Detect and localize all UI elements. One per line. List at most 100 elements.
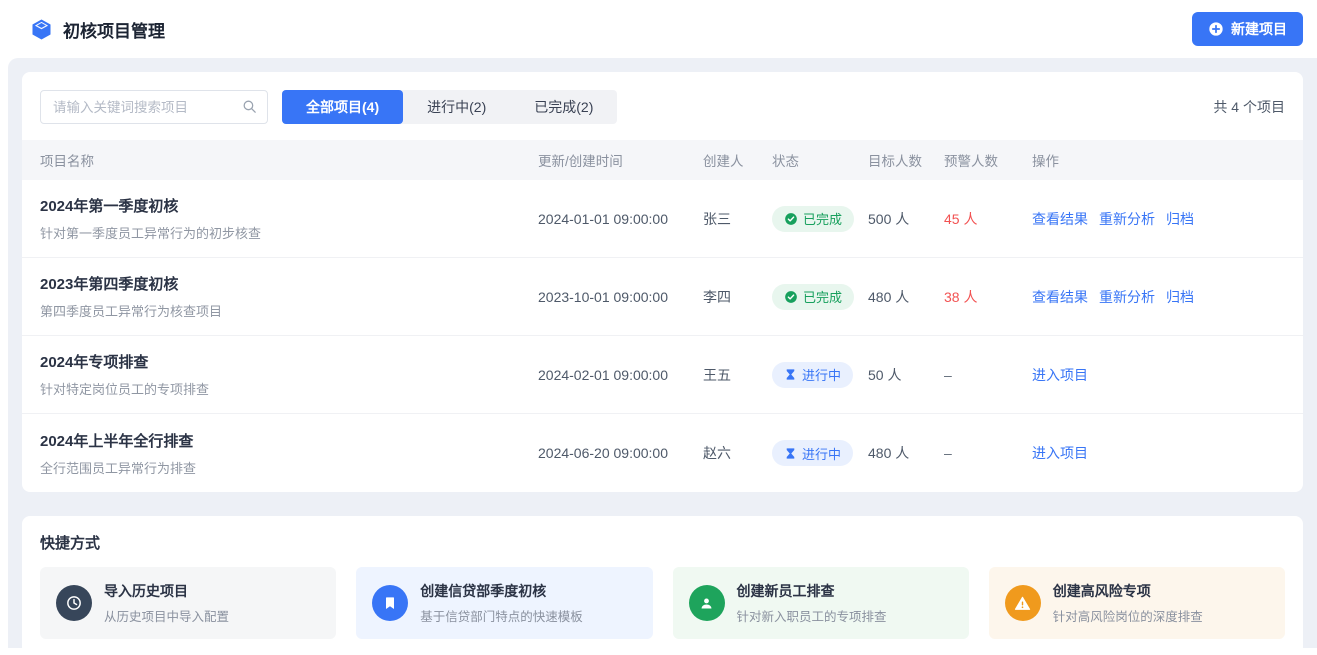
project-status-cell: 进行中 [772,440,868,466]
action-link[interactable]: 查看结果 [1032,287,1088,307]
project-warning-count: 38 人 [944,287,1032,307]
row-actions: 进入项目 [1032,443,1285,463]
project-target-count: 500 人 [868,209,944,229]
project-description: 全行范围员工异常行为排查 [40,458,538,477]
status-label: 已完成 [803,209,842,228]
column-header: 预警人数 [944,150,1032,170]
table-body: 2024年第一季度初核 针对第一季度员工异常行为的初步核查 2024-01-01… [22,180,1303,492]
project-time: 2024-06-20 09:00:00 [538,445,703,461]
row-actions: 查看结果重新分析归档 [1032,287,1285,307]
shortcut-title-text: 创建新员工排查 [737,581,887,601]
action-link[interactable]: 进入项目 [1032,443,1088,463]
action-link[interactable]: 重新分析 [1099,287,1155,307]
project-target-count: 480 人 [868,443,944,463]
column-header: 目标人数 [868,150,944,170]
page-title: 初核项目管理 [63,17,165,42]
shortcut-title-text: 创建高风险专项 [1053,581,1203,601]
filter-tabs: 全部项目(4) 进行中(2) 已完成(2) [282,90,617,124]
shortcuts-panel: 快捷方式 [22,516,1303,655]
project-target-count: 480 人 [868,287,944,307]
column-header: 更新/创建时间 [538,150,703,170]
table-row: 2023年第四季度初核 第四季度员工异常行为核查项目 2023-10-01 09… [22,258,1303,336]
project-list-panel: 全部项目(4) 进行中(2) 已完成(2) 共 4 个项目 项目名称更新/创建时… [22,72,1303,492]
shortcut-card[interactable]: 创建新员工排查 针对新入职员工的专项排查 [673,567,969,639]
filter-tab[interactable]: 已完成(2) [510,90,617,124]
toolbar: 全部项目(4) 进行中(2) 已完成(2) 共 4 个项目 [22,72,1303,140]
new-project-button[interactable]: 新建项目 [1192,12,1303,46]
filter-tab[interactable]: 进行中(2) [403,90,510,124]
column-header: 项目名称 [40,150,538,170]
project-time: 2023-10-01 09:00:00 [538,289,703,305]
project-name: 2024年上半年全行排查 [40,430,538,451]
warning-icon [1014,595,1031,612]
table-row: 2024年专项排查 针对特定岗位员工的专项排查 2024-02-01 09:00… [22,336,1303,414]
project-name-cell: 2024年专项排查 针对特定岗位员工的专项排查 [40,351,538,398]
project-time: 2024-01-01 09:00:00 [538,211,703,227]
search-icon[interactable] [241,98,258,120]
status-label: 进行中 [802,365,841,384]
column-header: 状态 [772,150,868,170]
project-warning-count: 45 人 [944,209,1032,229]
project-status-cell: 已完成 [772,206,868,232]
shortcut-title-text: 创建信贷部季度初核 [420,581,583,601]
search-input[interactable] [40,90,268,124]
total-count: 共 4 个项目 [1213,97,1285,117]
project-creator: 李四 [703,287,772,307]
project-description: 针对第一季度员工异常行为的初步核查 [40,223,538,242]
shortcuts-grid: 导入历史项目 从历史项目中导入配置 [40,567,1285,639]
bookmark-icon [382,595,398,611]
plus-circle-icon [1208,21,1224,37]
table-row: 2024年上半年全行排查 全行范围员工异常行为排查 2024-06-20 09:… [22,414,1303,492]
new-project-label: 新建项目 [1231,19,1287,39]
shortcut-description: 基于信贷部门特点的快速模板 [420,606,583,625]
project-target-count: 50 人 [868,365,944,385]
row-actions: 查看结果重新分析归档 [1032,209,1285,229]
project-creator: 王五 [703,365,772,385]
user-icon [698,595,715,612]
row-actions: 进入项目 [1032,365,1285,385]
status-label: 进行中 [802,444,841,463]
project-time: 2024-02-01 09:00:00 [538,367,703,383]
table-row: 2024年第一季度初核 针对第一季度员工异常行为的初步核查 2024-01-01… [22,180,1303,258]
top-header: 初核项目管理 新建项目 [0,0,1317,58]
shortcut-card[interactable]: 创建高风险专项 针对高风险岗位的深度排查 [989,567,1285,639]
project-warning-count: – [944,445,1032,461]
check-circle-icon [784,212,798,226]
shortcuts-title: 快捷方式 [40,532,1285,553]
shortcut-description: 针对新入职员工的专项排查 [737,606,887,625]
status-badge: 已完成 [772,206,854,232]
project-name-cell: 2024年第一季度初核 针对第一季度员工异常行为的初步核查 [40,195,538,242]
action-link[interactable]: 查看结果 [1032,209,1088,229]
project-creator: 张三 [703,209,772,229]
project-name: 2023年第四季度初核 [40,273,538,294]
shortcut-card[interactable]: 创建信贷部季度初核 基于信贷部门特点的快速模板 [356,567,652,639]
status-badge: 进行中 [772,440,853,466]
shortcut-card[interactable]: 导入历史项目 从历史项目中导入配置 [40,567,336,639]
hourglass-icon [784,368,797,381]
action-link[interactable]: 重新分析 [1099,209,1155,229]
search-box [40,90,268,124]
project-name-cell: 2023年第四季度初核 第四季度员工异常行为核查项目 [40,273,538,320]
project-warning-count: – [944,367,1032,383]
action-link[interactable]: 归档 [1166,209,1194,229]
content-area: 全部项目(4) 进行中(2) 已完成(2) 共 4 个项目 项目名称更新/创建时… [8,58,1317,648]
project-creator: 赵六 [703,443,772,463]
project-name: 2024年第一季度初核 [40,195,538,216]
check-circle-icon [784,290,798,304]
project-description: 第四季度员工异常行为核查项目 [40,301,538,320]
hourglass-icon [784,447,797,460]
column-header: 创建人 [703,150,772,170]
action-link[interactable]: 进入项目 [1032,365,1088,385]
project-name: 2024年专项排查 [40,351,538,372]
project-name-cell: 2024年上半年全行排查 全行范围员工异常行为排查 [40,430,538,477]
filter-tab[interactable]: 全部项目(4) [282,90,403,124]
project-status-cell: 已完成 [772,284,868,310]
shortcut-description: 从历史项目中导入配置 [104,606,229,625]
status-badge: 已完成 [772,284,854,310]
cube-icon [30,18,53,41]
project-status-cell: 进行中 [772,362,868,388]
status-label: 已完成 [803,287,842,306]
table-header-row: 项目名称更新/创建时间创建人状态目标人数预警人数操作 [22,140,1303,180]
column-header: 操作 [1032,150,1285,170]
action-link[interactable]: 归档 [1166,287,1194,307]
